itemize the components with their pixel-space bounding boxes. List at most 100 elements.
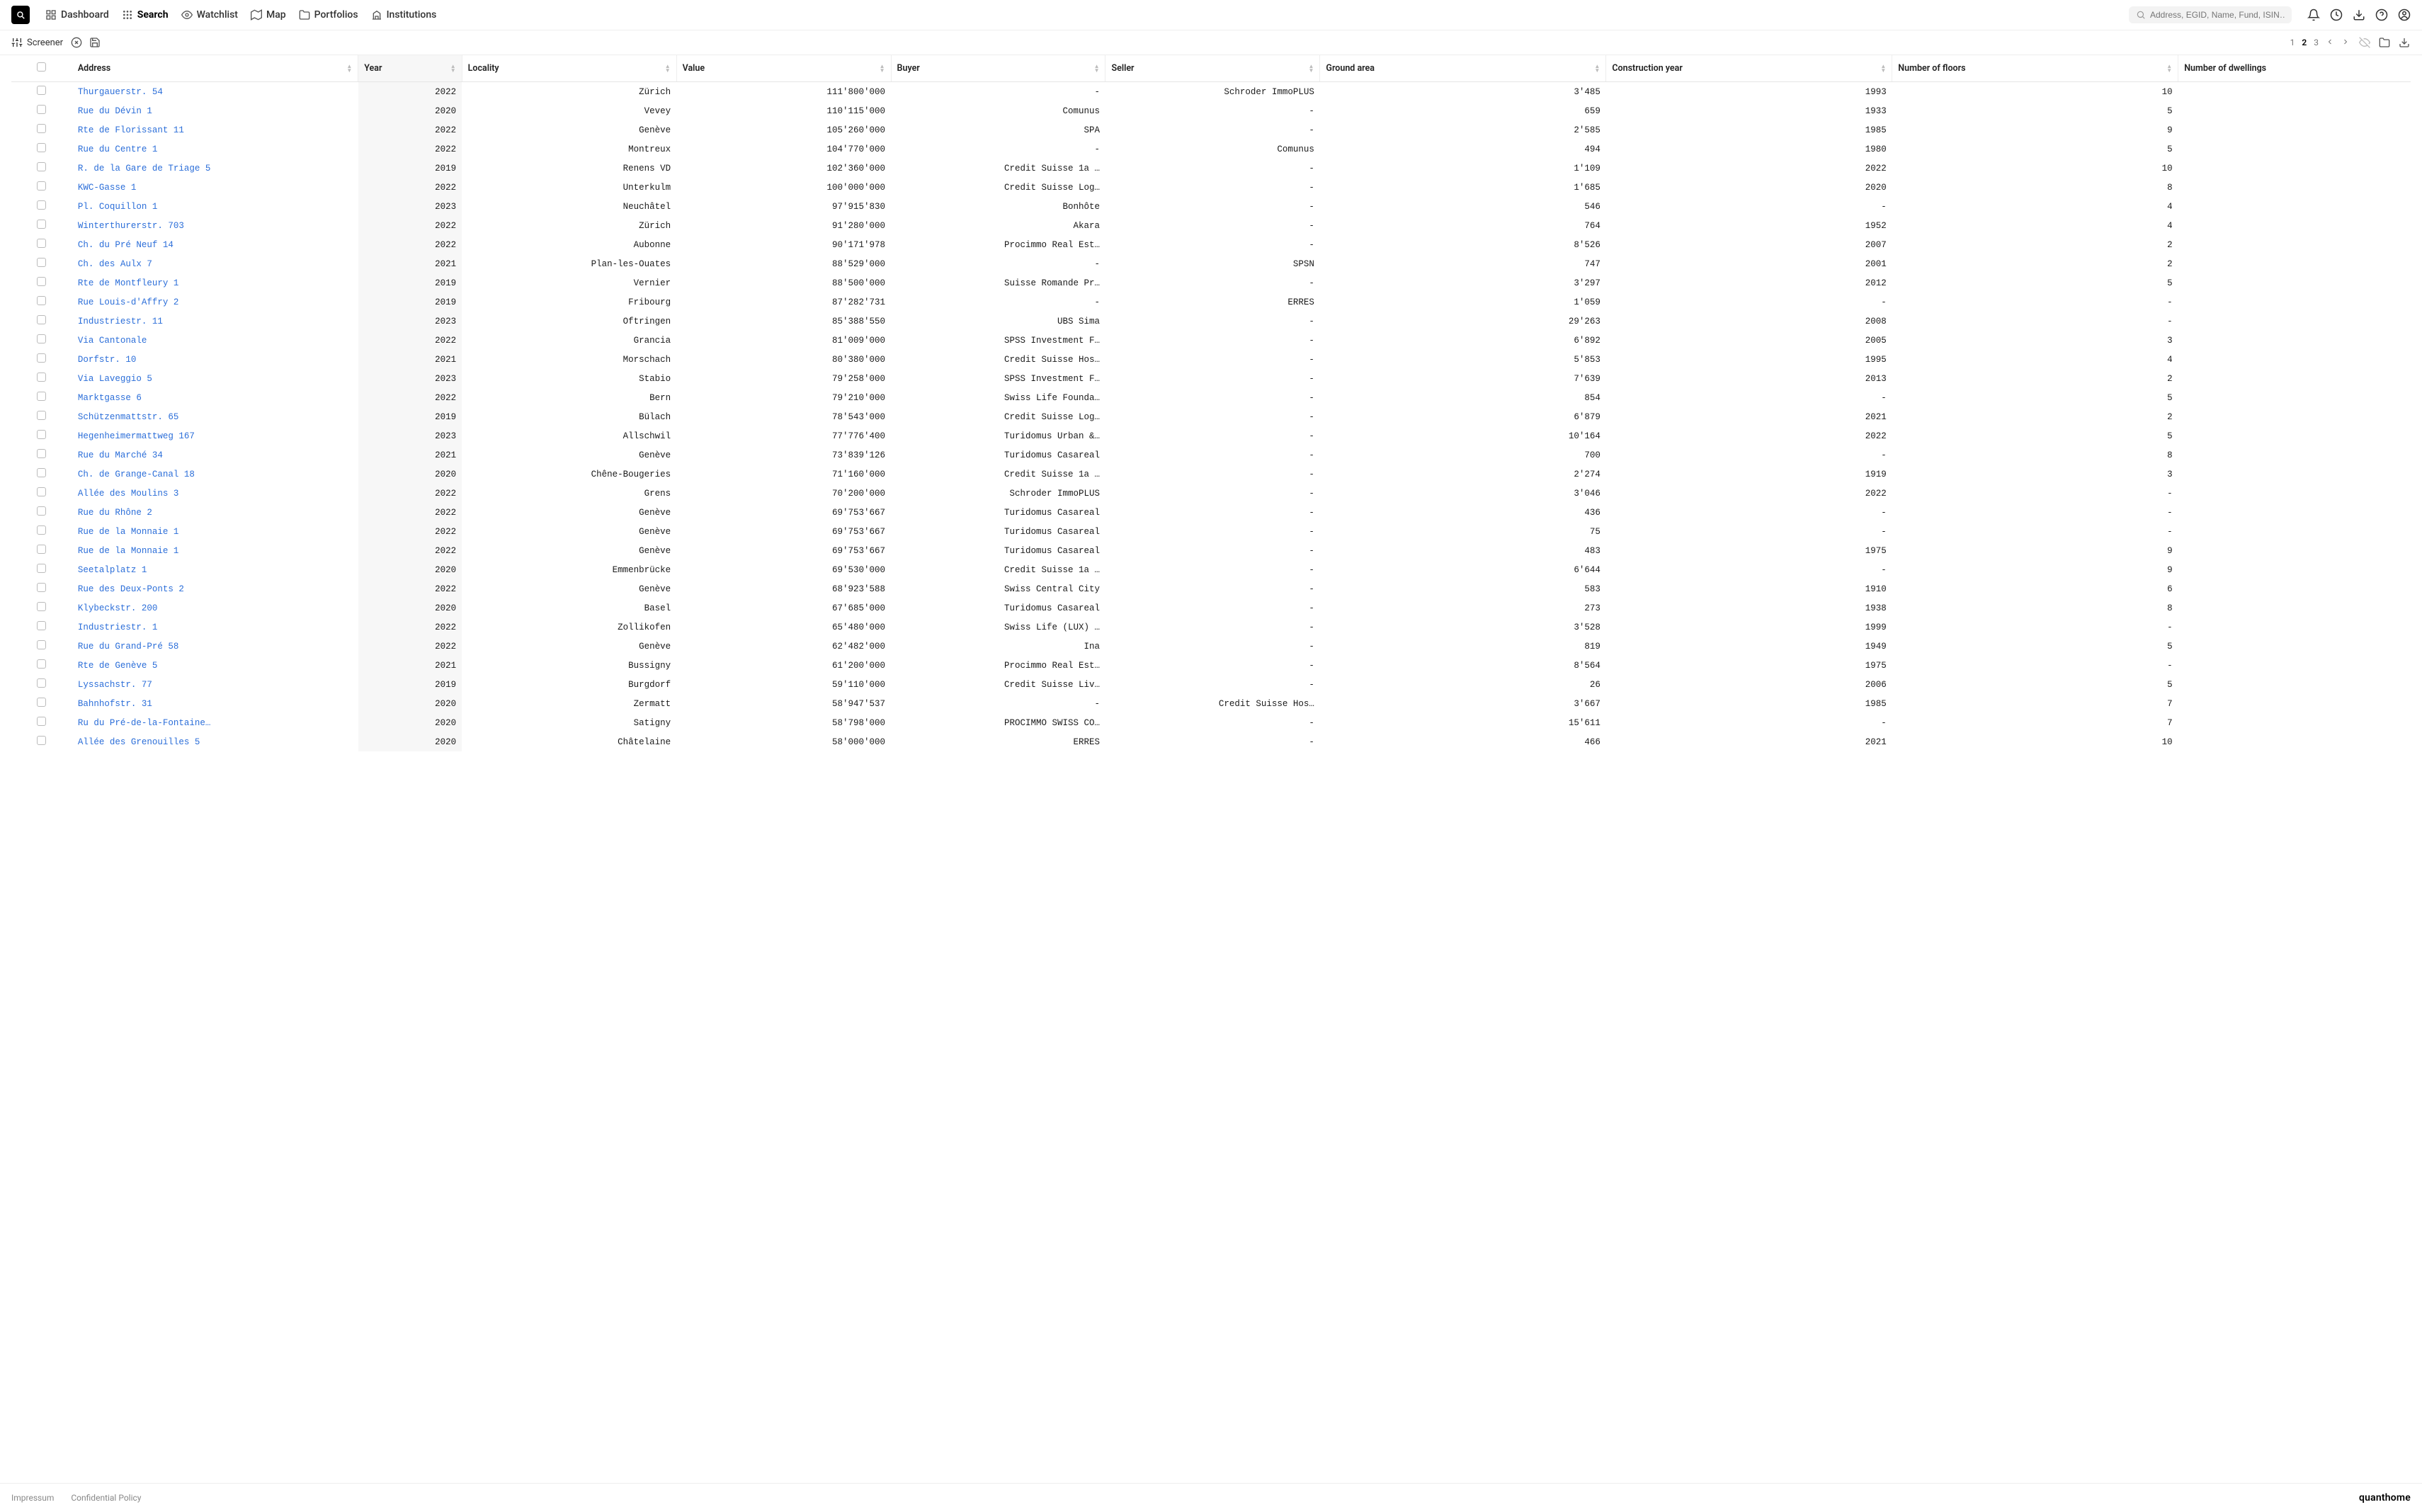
cell-address[interactable]: Winterthurerstr. 703: [72, 216, 358, 235]
visibility-icon[interactable]: [2358, 36, 2371, 49]
nav-search[interactable]: Search: [122, 9, 169, 21]
folder-open-icon[interactable]: [2378, 36, 2391, 49]
row-checkbox[interactable]: [11, 694, 72, 713]
cell-address[interactable]: Lyssachstr. 77: [72, 675, 358, 694]
row-checkbox[interactable]: [11, 101, 72, 120]
cell-address[interactable]: Rue du Dévin 1: [72, 101, 358, 120]
cell-address[interactable]: KWC-Gasse 1: [72, 178, 358, 197]
row-checkbox[interactable]: [11, 312, 72, 331]
row-checkbox[interactable]: [11, 637, 72, 656]
col-buyer[interactable]: Buyer▲▼: [891, 55, 1105, 82]
row-checkbox[interactable]: [11, 292, 72, 312]
col-seller[interactable]: Seller▲▼: [1105, 55, 1320, 82]
row-checkbox[interactable]: [11, 159, 72, 178]
row-checkbox[interactable]: [11, 522, 72, 541]
page-1[interactable]: 1: [2289, 38, 2297, 47]
cell-address[interactable]: Allée des Grenouilles 5: [72, 732, 358, 751]
logo[interactable]: [11, 6, 30, 24]
row-checkbox[interactable]: [11, 732, 72, 751]
cell-address[interactable]: Dorfstr. 10: [72, 350, 358, 369]
bell-icon[interactable]: [2307, 8, 2320, 21]
cell-address[interactable]: Rte de Florissant 11: [72, 120, 358, 140]
cell-address[interactable]: Marktgasse 6: [72, 388, 358, 407]
nav-dashboard[interactable]: Dashboard: [45, 9, 109, 21]
col-construction-year[interactable]: Construction year▲▼: [1606, 55, 1892, 82]
footer-impressum[interactable]: Impressum: [11, 1493, 54, 1503]
row-checkbox[interactable]: [11, 273, 72, 292]
row-checkbox[interactable]: [11, 598, 72, 618]
col-select-all[interactable]: [11, 55, 72, 82]
row-checkbox[interactable]: [11, 560, 72, 579]
col-value[interactable]: Value▲▼: [676, 55, 891, 82]
cell-address[interactable]: Ch. de Grange-Canal 18: [72, 465, 358, 484]
row-checkbox[interactable]: [11, 579, 72, 598]
col-year[interactable]: Year▲▼: [358, 55, 462, 82]
cell-address[interactable]: Industriestr. 1: [72, 618, 358, 637]
cell-address[interactable]: Via Laveggio 5: [72, 369, 358, 388]
cell-address[interactable]: Ch. des Aulx 7: [72, 254, 358, 273]
row-checkbox[interactable]: [11, 388, 72, 407]
row-checkbox[interactable]: [11, 331, 72, 350]
cell-address[interactable]: Rte de Montfleury 1: [72, 273, 358, 292]
cell-address[interactable]: Ch. du Pré Neuf 14: [72, 235, 358, 254]
nav-watchlist[interactable]: Watchlist: [181, 9, 238, 21]
cell-address[interactable]: Allée des Moulins 3: [72, 484, 358, 503]
row-checkbox[interactable]: [11, 713, 72, 732]
row-checkbox[interactable]: [11, 82, 72, 102]
row-checkbox[interactable]: [11, 465, 72, 484]
row-checkbox[interactable]: [11, 618, 72, 637]
nav-portfolios[interactable]: Portfolios: [299, 9, 358, 21]
col-address[interactable]: Address▲▼: [72, 55, 358, 82]
row-checkbox[interactable]: [11, 484, 72, 503]
page-2[interactable]: 2: [2300, 38, 2308, 47]
row-checkbox[interactable]: [11, 407, 72, 426]
download-icon[interactable]: [2353, 8, 2365, 21]
cell-address[interactable]: Via Cantonale: [72, 331, 358, 350]
col-ground-area[interactable]: Ground area▲▼: [1320, 55, 1606, 82]
cell-address[interactable]: Ru du Pré-de-la-Fontaine…: [72, 713, 358, 732]
page-3[interactable]: 3: [2312, 38, 2320, 47]
row-checkbox[interactable]: [11, 197, 72, 216]
row-checkbox[interactable]: [11, 235, 72, 254]
global-search[interactable]: [2129, 6, 2292, 23]
col-locality[interactable]: Locality▲▼: [462, 55, 676, 82]
row-checkbox[interactable]: [11, 426, 72, 445]
cell-address[interactable]: Rte de Genève 5: [72, 656, 358, 675]
cell-address[interactable]: Industriestr. 11: [72, 312, 358, 331]
row-checkbox[interactable]: [11, 350, 72, 369]
row-checkbox[interactable]: [11, 369, 72, 388]
user-icon[interactable]: [2398, 8, 2411, 21]
nav-institutions[interactable]: Institutions: [371, 9, 437, 21]
page-next[interactable]: [2340, 38, 2351, 48]
col-floors[interactable]: Number of floors▲▼: [1892, 55, 2178, 82]
cell-address[interactable]: Rue de la Monnaie 1: [72, 522, 358, 541]
global-search-input[interactable]: [2150, 10, 2285, 20]
cell-address[interactable]: Schützenmattstr. 65: [72, 407, 358, 426]
row-checkbox[interactable]: [11, 216, 72, 235]
row-checkbox[interactable]: [11, 675, 72, 694]
row-checkbox[interactable]: [11, 178, 72, 197]
footer-policy[interactable]: Confidential Policy: [71, 1493, 141, 1503]
page-prev[interactable]: [2324, 38, 2336, 48]
row-checkbox[interactable]: [11, 120, 72, 140]
clock-icon[interactable]: [2330, 8, 2343, 21]
col-dwellings[interactable]: Number of dwellings: [2178, 55, 2411, 82]
cell-address[interactable]: Rue de la Monnaie 1: [72, 541, 358, 560]
row-checkbox[interactable]: [11, 541, 72, 560]
cell-address[interactable]: Seetalplatz 1: [72, 560, 358, 579]
clear-filter-icon[interactable]: [70, 36, 83, 49]
cell-address[interactable]: R. de la Gare de Triage 5: [72, 159, 358, 178]
cell-address[interactable]: Klybeckstr. 200: [72, 598, 358, 618]
export-icon[interactable]: [2398, 36, 2411, 49]
screener-button[interactable]: Screener: [11, 37, 63, 48]
cell-address[interactable]: Rue du Marché 34: [72, 445, 358, 465]
cell-address[interactable]: Thurgauerstr. 54: [72, 82, 358, 102]
row-checkbox[interactable]: [11, 503, 72, 522]
row-checkbox[interactable]: [11, 140, 72, 159]
cell-address[interactable]: Rue des Deux-Ponts 2: [72, 579, 358, 598]
row-checkbox[interactable]: [11, 656, 72, 675]
cell-address[interactable]: Rue Louis-d'Affry 2: [72, 292, 358, 312]
save-icon[interactable]: [89, 36, 101, 49]
row-checkbox[interactable]: [11, 254, 72, 273]
cell-address[interactable]: Hegenheimermattweg 167: [72, 426, 358, 445]
